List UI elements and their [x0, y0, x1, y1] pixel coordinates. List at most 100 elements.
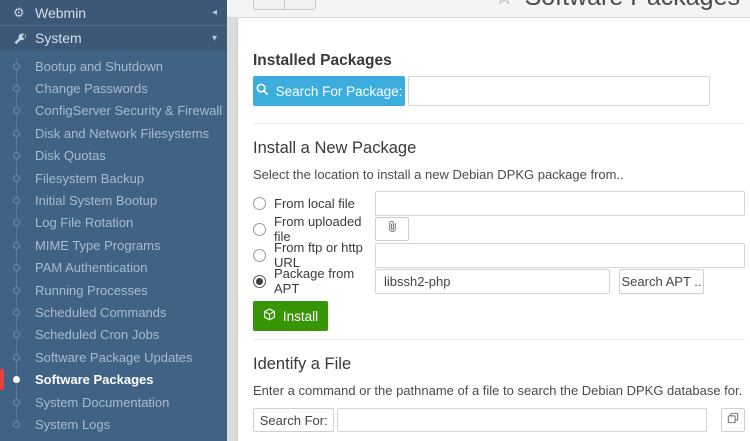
- sidebar-item-pam-authentication[interactable]: PAM Authentication: [0, 257, 227, 279]
- bullet-icon: [13, 331, 20, 338]
- bullet-icon: [13, 63, 20, 70]
- sidebar-item-configserver-security-firewall[interactable]: ConfigServer Security & Firewall: [0, 100, 227, 122]
- sidebar-item-label: System Documentation: [35, 395, 169, 410]
- sidebar-item-filesystem-backup[interactable]: Filesystem Backup: [0, 167, 227, 189]
- toolbar-button-right[interactable]: [284, 0, 316, 10]
- top-toolbar: ☆ Software Packages: [227, 0, 750, 18]
- bullet-icon: [13, 242, 20, 249]
- package-cube-icon: [263, 308, 276, 324]
- search-for-package-button[interactable]: Search For Package:: [253, 76, 405, 106]
- section-divider: [253, 123, 745, 124]
- gear-icon: ⚙: [13, 5, 35, 21]
- option-row-uploaded-file: From uploaded file: [253, 216, 745, 242]
- sidebar-section-system[interactable]: System ▾: [0, 25, 227, 50]
- package-search-input[interactable]: [408, 76, 710, 106]
- sidebar-item-running-processes[interactable]: Running Processes: [0, 279, 227, 301]
- install-source-options: From local file From uploaded file: [253, 190, 745, 294]
- file-upload-button[interactable]: [375, 217, 409, 241]
- sidebar-item-label: Log File Rotation: [35, 215, 133, 230]
- sidebar-item-software-packages[interactable]: Software Packages: [0, 368, 227, 390]
- wrench-icon: [13, 32, 35, 45]
- sidebar-item-label: Disk and Network Filesystems: [35, 126, 209, 141]
- favorite-star-icon[interactable]: ☆: [495, 0, 514, 10]
- bullet-icon: [13, 152, 20, 159]
- radio-from-local-file[interactable]: From local file: [253, 196, 375, 211]
- sidebar-item-log-file-rotation[interactable]: Log File Rotation: [0, 212, 227, 234]
- radio-icon[interactable]: [253, 197, 266, 210]
- bullet-icon: [13, 85, 20, 92]
- sidebar-item-scheduled-commands[interactable]: Scheduled Commands: [0, 301, 227, 323]
- sidebar-item-label: Software Packages: [35, 372, 154, 387]
- sidebar-item-mime-type-programs[interactable]: MIME Type Programs: [0, 234, 227, 256]
- webmin-app: ⚙ Webmin ◂ System ▾ Bootup and Shutdown …: [0, 0, 750, 441]
- radio-package-from-apt[interactable]: Package from APT: [253, 266, 375, 296]
- page-title: ☆ Software Packages: [495, 0, 740, 12]
- sidebar-item-label: Software Package Updates: [35, 350, 193, 365]
- bullet-icon: [13, 399, 20, 406]
- sidebar-item-label: Change Passwords: [35, 81, 148, 96]
- sidebar-item-label: System Logs: [35, 417, 110, 432]
- paperclip-icon: [386, 220, 398, 238]
- bullet-icon: [13, 175, 20, 182]
- apt-package-input[interactable]: [375, 269, 610, 294]
- option-row-package-from-apt: Package from APT Search APT ..: [253, 268, 745, 294]
- identify-a-file-heading: Identify a File: [253, 355, 745, 374]
- radio-label: From local file: [274, 196, 355, 211]
- main-area: ☆ Software Packages Installed Packages S…: [227, 0, 750, 441]
- bullet-icon: [13, 287, 20, 294]
- bullet-icon: [13, 309, 20, 316]
- chevron-down-icon[interactable]: ▾: [212, 33, 217, 44]
- url-input[interactable]: [375, 243, 745, 268]
- identify-description: Enter a command or the pathname of a fil…: [253, 383, 745, 398]
- install-button[interactable]: Install: [253, 301, 328, 331]
- bullet-icon: [13, 264, 20, 271]
- radio-checked-icon[interactable]: [253, 275, 266, 288]
- install-description: Select the location to install a new Deb…: [253, 167, 745, 182]
- search-icon: [256, 83, 269, 99]
- sidebar-item-label: PAM Authentication: [35, 260, 148, 275]
- local-file-input[interactable]: [375, 191, 745, 216]
- sidebar-item-label: Filesystem Backup: [35, 171, 144, 186]
- option-row-ftp-http-url: From ftp or http URL: [253, 242, 745, 268]
- install-new-package-heading: Install a New Package: [253, 139, 745, 158]
- identify-search-row: Search For:: [253, 408, 745, 432]
- identify-file-input[interactable]: [337, 408, 707, 432]
- sidebar-section-webmin[interactable]: ⚙ Webmin ◂: [0, 0, 227, 25]
- sidebar-item-label: MIME Type Programs: [35, 238, 160, 253]
- bullet-icon: [13, 107, 20, 114]
- bullet-icon: [13, 219, 20, 226]
- sidebar: ⚙ Webmin ◂ System ▾ Bootup and Shutdown …: [0, 0, 227, 441]
- sidebar-section-label: System: [35, 30, 82, 46]
- toolbar-button-left[interactable]: [253, 0, 285, 10]
- sidebar-item-change-passwords[interactable]: Change Passwords: [0, 77, 227, 99]
- page-title-text: Software Packages: [525, 0, 740, 12]
- sidebar-item-scheduled-cron-jobs[interactable]: Scheduled Cron Jobs: [0, 324, 227, 346]
- radio-icon[interactable]: [253, 249, 266, 262]
- bullet-icon: [13, 376, 20, 383]
- collapse-left-icon[interactable]: ◂: [212, 7, 217, 18]
- radio-icon[interactable]: [253, 223, 266, 236]
- sidebar-item-label: Disk Quotas: [35, 148, 106, 163]
- radio-label: Package from APT: [274, 266, 375, 296]
- option-row-local-file: From local file: [253, 190, 745, 216]
- sidebar-menu: Bootup and Shutdown Change Passwords Con…: [0, 50, 227, 436]
- search-for-button[interactable]: Search For:: [253, 408, 334, 432]
- sidebar-item-system-documentation[interactable]: System Documentation: [0, 391, 227, 413]
- sidebar-item-disk-and-network-filesystems[interactable]: Disk and Network Filesystems: [0, 122, 227, 144]
- sidebar-item-disk-quotas[interactable]: Disk Quotas: [0, 145, 227, 167]
- sidebar-item-initial-system-bootup[interactable]: Initial System Bootup: [0, 189, 227, 211]
- sidebar-item-label: Scheduled Commands: [35, 305, 167, 320]
- sidebar-item-label: Scheduled Cron Jobs: [35, 327, 159, 342]
- bullet-icon: [13, 354, 20, 361]
- sidebar-item-bootup-and-shutdown[interactable]: Bootup and Shutdown: [0, 55, 227, 77]
- sidebar-item-system-logs[interactable]: System Logs: [0, 413, 227, 435]
- search-apt-button[interactable]: Search APT ..: [619, 269, 704, 294]
- installed-search-row: Search For Package:: [253, 76, 745, 106]
- left-gutter: [227, 18, 238, 441]
- bullet-icon: [13, 130, 20, 137]
- copy-button[interactable]: [721, 408, 745, 432]
- section-divider: [253, 339, 745, 340]
- sidebar-item-label: Initial System Bootup: [35, 193, 157, 208]
- sidebar-section-label: Webmin: [35, 5, 86, 21]
- sidebar-item-software-package-updates[interactable]: Software Package Updates: [0, 346, 227, 368]
